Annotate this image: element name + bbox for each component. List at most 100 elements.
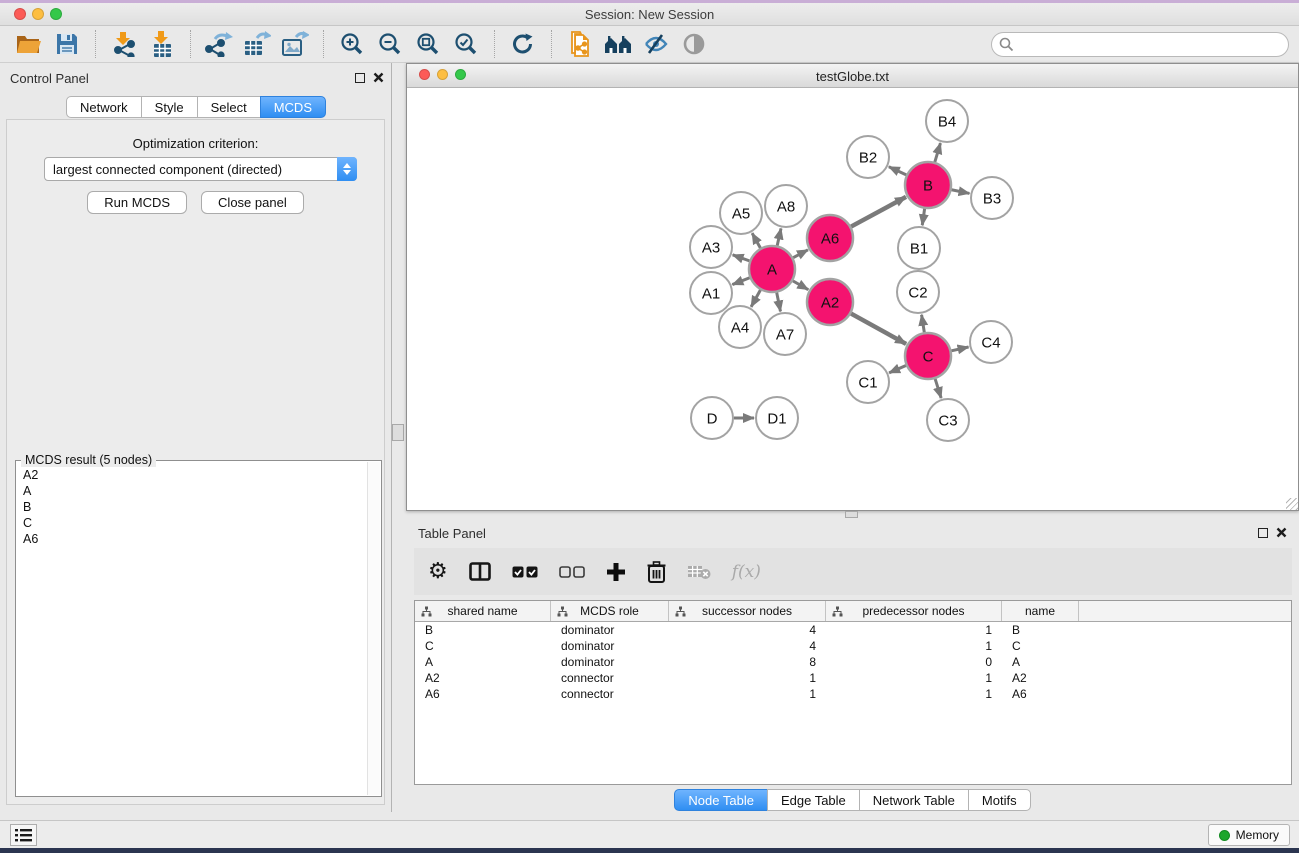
graph-edge-B-B2[interactable]: [889, 167, 906, 175]
run-mcds-button[interactable]: Run MCDS: [87, 191, 187, 214]
graph-node-B[interactable]: B: [905, 162, 951, 208]
table-row[interactable]: Adominator80A: [415, 654, 1291, 670]
graph-edge-C-C1[interactable]: [889, 366, 906, 373]
open-session-button[interactable]: [10, 28, 48, 60]
graph-edge-A6-B[interactable]: [851, 197, 906, 227]
column-header-MCDS-role[interactable]: MCDS role: [551, 601, 669, 621]
memory-button[interactable]: Memory: [1208, 824, 1290, 846]
float-panel-icon[interactable]: [1258, 528, 1268, 538]
graph-node-D[interactable]: D: [691, 397, 733, 439]
table-row[interactable]: Cdominator41C: [415, 638, 1291, 654]
tab-style[interactable]: Style: [141, 96, 198, 118]
column-header-shared-name[interactable]: shared name: [415, 601, 551, 621]
table-row[interactable]: Bdominator41B: [415, 622, 1291, 638]
graph-node-A[interactable]: A: [749, 246, 795, 292]
graph-node-B1[interactable]: B1: [898, 227, 940, 269]
close-panel-button[interactable]: Close panel: [201, 191, 304, 214]
tab-motifs[interactable]: Motifs: [968, 789, 1031, 811]
graph-edge-B-B4[interactable]: [935, 143, 941, 162]
table-settings-button[interactable]: ⚙: [428, 561, 448, 583]
graph-edge-A2-C[interactable]: [851, 314, 906, 344]
graph-node-C2[interactable]: C2: [897, 271, 939, 313]
graph-edge-C-C2[interactable]: [922, 315, 925, 333]
graph-edge-A-A3[interactable]: [733, 255, 750, 261]
graph-edge-A-A7[interactable]: [777, 293, 781, 312]
graph-node-D1[interactable]: D1: [756, 397, 798, 439]
export-network-button[interactable]: [200, 28, 238, 60]
zoom-fit-button[interactable]: [409, 28, 447, 60]
graph-edge-A-A5[interactable]: [752, 233, 760, 248]
graph-node-A3[interactable]: A3: [690, 226, 732, 268]
graph-edge-B-B3[interactable]: [952, 190, 970, 194]
zoom-selected-button[interactable]: [447, 28, 485, 60]
graph-node-C4[interactable]: C4: [970, 321, 1012, 363]
select-all-button[interactable]: [512, 566, 538, 578]
horizontal-divider-grip[interactable]: [845, 511, 858, 518]
graph-node-B2[interactable]: B2: [847, 136, 889, 178]
table-row[interactable]: A6connector11A6: [415, 686, 1291, 702]
vertical-divider-grip[interactable]: [392, 424, 404, 441]
show-tasks-button[interactable]: [10, 824, 37, 846]
graph-node-A5[interactable]: A5: [720, 192, 762, 234]
graph-node-C[interactable]: C: [905, 333, 951, 379]
graph-edge-A-A6[interactable]: [793, 250, 808, 258]
mcds-result-item[interactable]: C: [17, 515, 366, 531]
tab-network-table[interactable]: Network Table: [859, 789, 969, 811]
add-column-button[interactable]: [606, 562, 626, 582]
tab-edge-table[interactable]: Edge Table: [767, 789, 860, 811]
mcds-result-item[interactable]: A2: [17, 467, 366, 483]
show-all-button[interactable]: [675, 28, 713, 60]
deselect-all-button[interactable]: [559, 566, 585, 578]
column-header-predecessor-nodes[interactable]: predecessor nodes: [826, 601, 1002, 621]
graph-edge-A-A4[interactable]: [751, 290, 760, 307]
network-window-titlebar[interactable]: testGlobe.txt: [407, 64, 1298, 88]
mcds-result-item[interactable]: B: [17, 499, 366, 515]
graph-edge-C-C3[interactable]: [935, 379, 941, 398]
first-neighbors-button[interactable]: [599, 28, 637, 60]
mcds-result-item[interactable]: A: [17, 483, 366, 499]
export-table-button[interactable]: [238, 28, 276, 60]
graph-node-A4[interactable]: A4: [719, 306, 761, 348]
tab-mcds[interactable]: MCDS: [260, 96, 326, 118]
tab-node-table[interactable]: Node Table: [674, 789, 768, 811]
delete-column-button[interactable]: [647, 561, 666, 583]
graph-node-A8[interactable]: A8: [765, 185, 807, 227]
graph-edge-B-B1[interactable]: [922, 209, 924, 225]
float-panel-icon[interactable]: [355, 73, 365, 83]
graph-edge-A-A2[interactable]: [793, 281, 808, 290]
graph-edge-A-A8[interactable]: [777, 228, 781, 245]
zoom-in-button[interactable]: [333, 28, 371, 60]
graph-node-C3[interactable]: C3: [927, 399, 969, 441]
close-panel-icon[interactable]: [1276, 527, 1287, 538]
zoom-out-button[interactable]: [371, 28, 409, 60]
import-table-button[interactable]: [143, 28, 181, 60]
search-input[interactable]: [991, 32, 1289, 57]
mcds-result-item[interactable]: A6: [17, 531, 366, 547]
network-graph[interactable]: B4B2BB3A8A5A6A3B1AA1C2A2A4A7C4CC1C3DD1: [407, 88, 1298, 510]
criterion-dropdown[interactable]: largest connected component (directed): [44, 157, 357, 181]
save-session-button[interactable]: [48, 28, 86, 60]
import-network-button[interactable]: [105, 28, 143, 60]
result-scrollbar[interactable]: [367, 462, 380, 795]
show-column-panel-button[interactable]: [469, 562, 491, 581]
graph-node-C1[interactable]: C1: [847, 361, 889, 403]
graph-node-A6[interactable]: A6: [807, 215, 853, 261]
graph-node-A7[interactable]: A7: [764, 313, 806, 355]
close-panel-icon[interactable]: [373, 72, 384, 83]
refresh-button[interactable]: [504, 28, 542, 60]
graph-node-B4[interactable]: B4: [926, 100, 968, 142]
graph-edge-C-C4[interactable]: [951, 347, 968, 351]
export-image-button[interactable]: [276, 28, 314, 60]
graph-node-A1[interactable]: A1: [690, 272, 732, 314]
network-canvas[interactable]: B4B2BB3A8A5A6A3B1AA1C2A2A4A7C4CC1C3DD1: [407, 88, 1298, 510]
new-network-from-selection-button[interactable]: [561, 28, 599, 60]
column-header-name[interactable]: name: [1002, 601, 1079, 621]
column-header-successor-nodes[interactable]: successor nodes: [669, 601, 826, 621]
tab-select[interactable]: Select: [197, 96, 261, 118]
graph-node-B3[interactable]: B3: [971, 177, 1013, 219]
table-row[interactable]: A2connector11A2: [415, 670, 1291, 686]
window-resize-grip[interactable]: [1286, 498, 1298, 510]
graph-edge-A-A1[interactable]: [732, 278, 749, 285]
tab-network[interactable]: Network: [66, 96, 142, 118]
hide-selected-button[interactable]: [637, 28, 675, 60]
